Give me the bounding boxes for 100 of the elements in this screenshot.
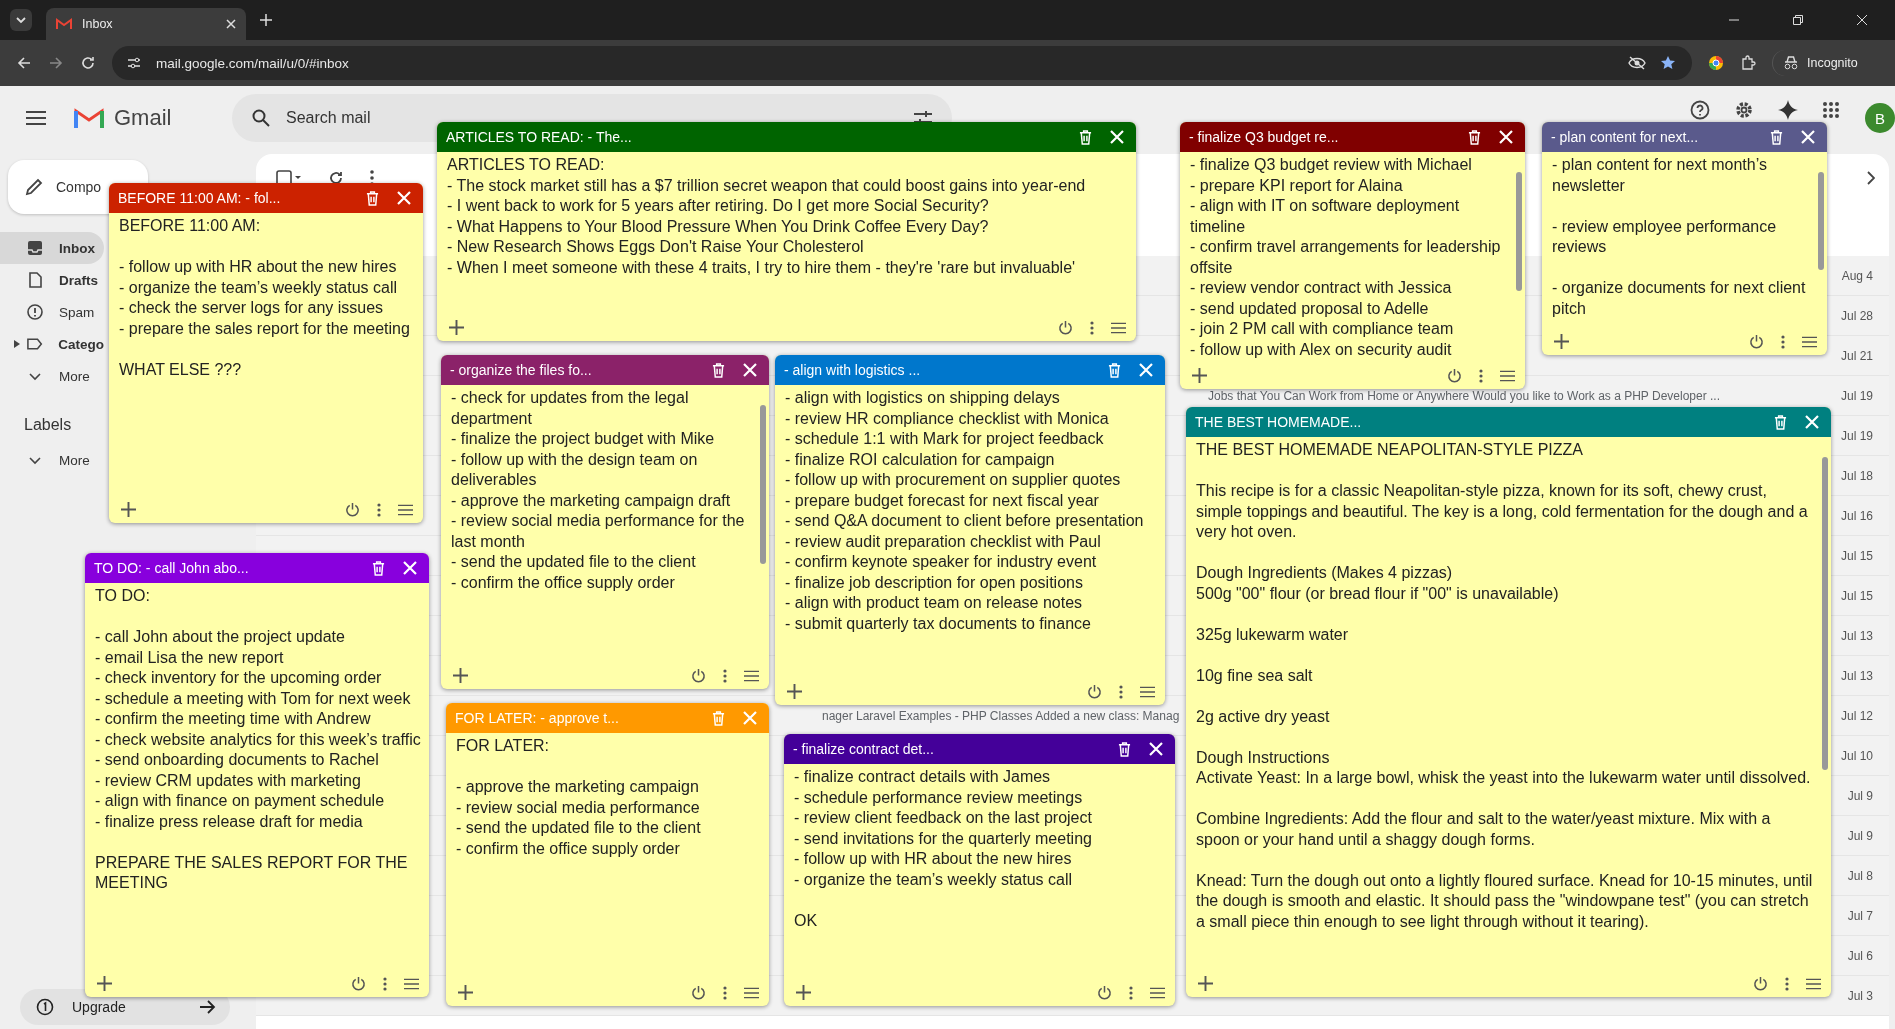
menu-icon[interactable]	[744, 986, 759, 999]
account-avatar[interactable]: B	[1865, 103, 1895, 133]
colorful-circle-icon[interactable]	[1708, 55, 1724, 71]
scrollbar-thumb[interactable]	[760, 405, 766, 564]
incognito-badge[interactable]: Incognito	[1772, 50, 1868, 76]
close-icon[interactable]	[1857, 15, 1867, 25]
new-tab-icon[interactable]	[260, 14, 272, 26]
note-line: - What Happens to Your Blood Pressure When You Drink Coffee Every Day?	[447, 216, 990, 237]
menu-icon[interactable]	[404, 977, 419, 990]
close-icon[interactable]	[226, 19, 236, 29]
power-icon[interactable]	[1058, 320, 1073, 335]
tab-list-icon[interactable]	[10, 9, 32, 31]
address-field[interactable]: mail.google.com/mail/u/0/#inbox	[112, 46, 1692, 80]
more-icon[interactable]	[1781, 334, 1785, 349]
eye-off-icon[interactable]	[1628, 56, 1646, 70]
apps-icon[interactable]	[1822, 101, 1840, 119]
power-icon[interactable]	[1753, 976, 1768, 991]
scrollbar-thumb[interactable]	[1516, 172, 1522, 291]
more-icon[interactable]	[383, 976, 387, 991]
power-icon[interactable]	[691, 668, 706, 683]
restore-icon[interactable]	[1793, 15, 1803, 25]
puzzle-icon[interactable]	[1740, 55, 1756, 71]
more-icon[interactable]	[1479, 368, 1483, 383]
note-title-bar[interactable]: - finalize Q3 budget re...	[1180, 122, 1525, 152]
trash-icon[interactable]	[1770, 129, 1783, 145]
menu-icon[interactable]	[26, 111, 46, 125]
trash-icon[interactable]	[712, 362, 725, 378]
power-icon[interactable]	[691, 985, 706, 1000]
plus-icon[interactable]	[1198, 976, 1213, 991]
plus-icon[interactable]	[97, 976, 112, 991]
more-icon[interactable]	[1785, 976, 1789, 991]
search-field[interactable]: Search mail	[284, 108, 398, 128]
nav-item[interactable]: More	[0, 444, 104, 476]
nav-item[interactable]: Catego	[0, 328, 104, 360]
back-icon[interactable]	[16, 55, 32, 71]
menu-icon[interactable]	[1500, 369, 1515, 382]
note-line: TO DO:	[95, 586, 151, 606]
power-icon[interactable]	[345, 502, 360, 517]
browser-tab[interactable]: Inbox	[46, 8, 246, 40]
trash-icon[interactable]	[366, 190, 379, 206]
nav-item[interactable]: Drafts	[0, 264, 104, 296]
plus-icon[interactable]	[1554, 334, 1569, 349]
plus-icon[interactable]	[449, 320, 464, 335]
expand-caret-icon[interactable]	[14, 340, 20, 348]
more-icon[interactable]	[723, 985, 727, 1000]
filter-icon[interactable]	[914, 111, 932, 125]
power-icon[interactable]	[1097, 985, 1112, 1000]
trash-icon[interactable]	[1079, 129, 1092, 145]
star-icon[interactable]	[1660, 55, 1676, 71]
trash-icon[interactable]	[1468, 129, 1481, 145]
trash-icon[interactable]	[372, 560, 385, 576]
search-icon[interactable]	[252, 109, 270, 127]
note-title-bar[interactable]: - finalize contract det...	[784, 734, 1175, 764]
note-line: - New Research Shows Eggs Don't Raise Your Cholesterol	[447, 237, 865, 257]
menu-icon[interactable]	[1140, 685, 1155, 698]
scrollbar-thumb[interactable]	[1818, 172, 1824, 271]
menu-icon[interactable]	[398, 503, 413, 516]
scrollbar-thumb[interactable]	[1822, 457, 1828, 770]
reload-icon[interactable]	[80, 55, 96, 71]
note-title-bar[interactable]: ARTICLES TO READ: - The...	[437, 122, 1136, 152]
note-title-bar[interactable]: TO DO: - call John abo...	[85, 553, 429, 583]
chevron-right-icon[interactable]	[1867, 171, 1875, 185]
email-snippet[interactable]: Jobs that You Can Work from Home or Anywhere Would you like to Work as a PHP Developer ...	[1208, 388, 1721, 403]
help-icon[interactable]	[1690, 100, 1710, 120]
plus-icon[interactable]	[796, 985, 811, 1000]
note-line: - send Q&A document to client before presentation	[785, 511, 1145, 531]
plus-icon[interactable]	[458, 985, 473, 1000]
settings-icon[interactable]	[1734, 100, 1754, 120]
email-date: Jul 8	[1847, 868, 1873, 883]
more-icon[interactable]	[1119, 684, 1123, 699]
note-title-bar[interactable]: - plan content for next...	[1542, 122, 1827, 152]
menu-icon[interactable]	[744, 669, 759, 682]
menu-icon[interactable]	[1802, 335, 1817, 348]
more-icon[interactable]	[1129, 985, 1133, 1000]
plus-icon[interactable]	[121, 502, 136, 517]
nav-item[interactable]: Inbox	[0, 232, 104, 264]
nav-item[interactable]: More	[0, 360, 104, 392]
plus-icon[interactable]	[787, 684, 802, 699]
plus-icon[interactable]	[1192, 368, 1207, 383]
sparkle-icon[interactable]	[1778, 100, 1798, 120]
note-title-bar[interactable]: BEFORE 11:00 AM: - fol...	[109, 183, 423, 213]
plus-icon[interactable]	[453, 668, 468, 683]
note-title-bar[interactable]: - organize the files fo...	[441, 355, 769, 385]
refresh-icon[interactable]	[328, 170, 344, 186]
power-icon[interactable]	[1447, 368, 1462, 383]
nav-item[interactable]: Spam	[0, 296, 104, 328]
menu-icon[interactable]	[1806, 977, 1821, 990]
menu-icon[interactable]	[1150, 986, 1165, 999]
more-icon[interactable]	[1090, 320, 1094, 335]
power-icon[interactable]	[351, 976, 366, 991]
more-icon[interactable]	[377, 502, 381, 517]
site-info-icon[interactable]	[126, 55, 142, 71]
more-icon[interactable]	[723, 668, 727, 683]
power-icon[interactable]	[1087, 684, 1102, 699]
trash-icon[interactable]	[1118, 741, 1131, 757]
note-line: Dough Ingredients (Makes 4 pizzas)	[1196, 563, 1454, 583]
menu-icon[interactable]	[1111, 321, 1126, 334]
forward-icon[interactable]	[48, 55, 64, 71]
email-snippet[interactable]: nager Laravel Examples - PHP Classes Added a new class: Manag	[822, 708, 1180, 723]
power-icon[interactable]	[1749, 334, 1764, 349]
